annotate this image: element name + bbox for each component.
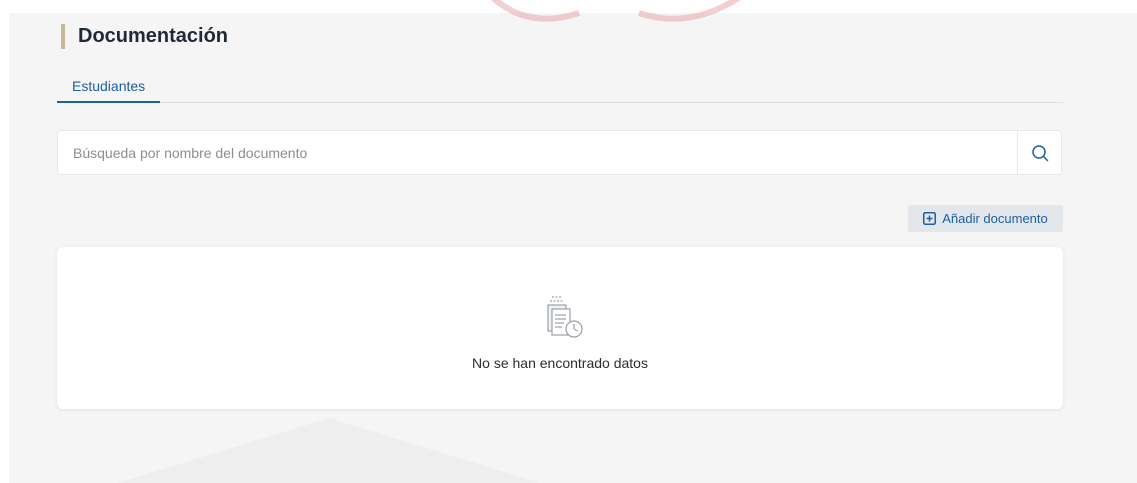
page: Documentación Estudiantes Añadir documen…	[0, 0, 1137, 483]
add-document-label: Añadir documento	[942, 211, 1048, 226]
tab-bar: Estudiantes	[57, 73, 1063, 103]
documents-clock-icon	[547, 296, 583, 338]
title-accent-bar	[61, 24, 65, 49]
empty-state-message: No se han encontrado datos	[472, 355, 648, 371]
add-document-button[interactable]: Añadir documento	[908, 205, 1063, 232]
empty-state-card: No se han encontrado datos	[57, 247, 1063, 409]
search-icon	[1031, 144, 1048, 161]
watermark-shape	[117, 418, 541, 483]
search-input[interactable]	[58, 131, 1018, 174]
page-title: Documentación	[78, 25, 229, 47]
search-box	[57, 130, 1062, 175]
tab-estudiantes[interactable]: Estudiantes	[57, 73, 161, 103]
watermark-logo	[491, 0, 741, 22]
search-button[interactable]	[1017, 131, 1061, 174]
plus-square-icon	[923, 212, 937, 225]
